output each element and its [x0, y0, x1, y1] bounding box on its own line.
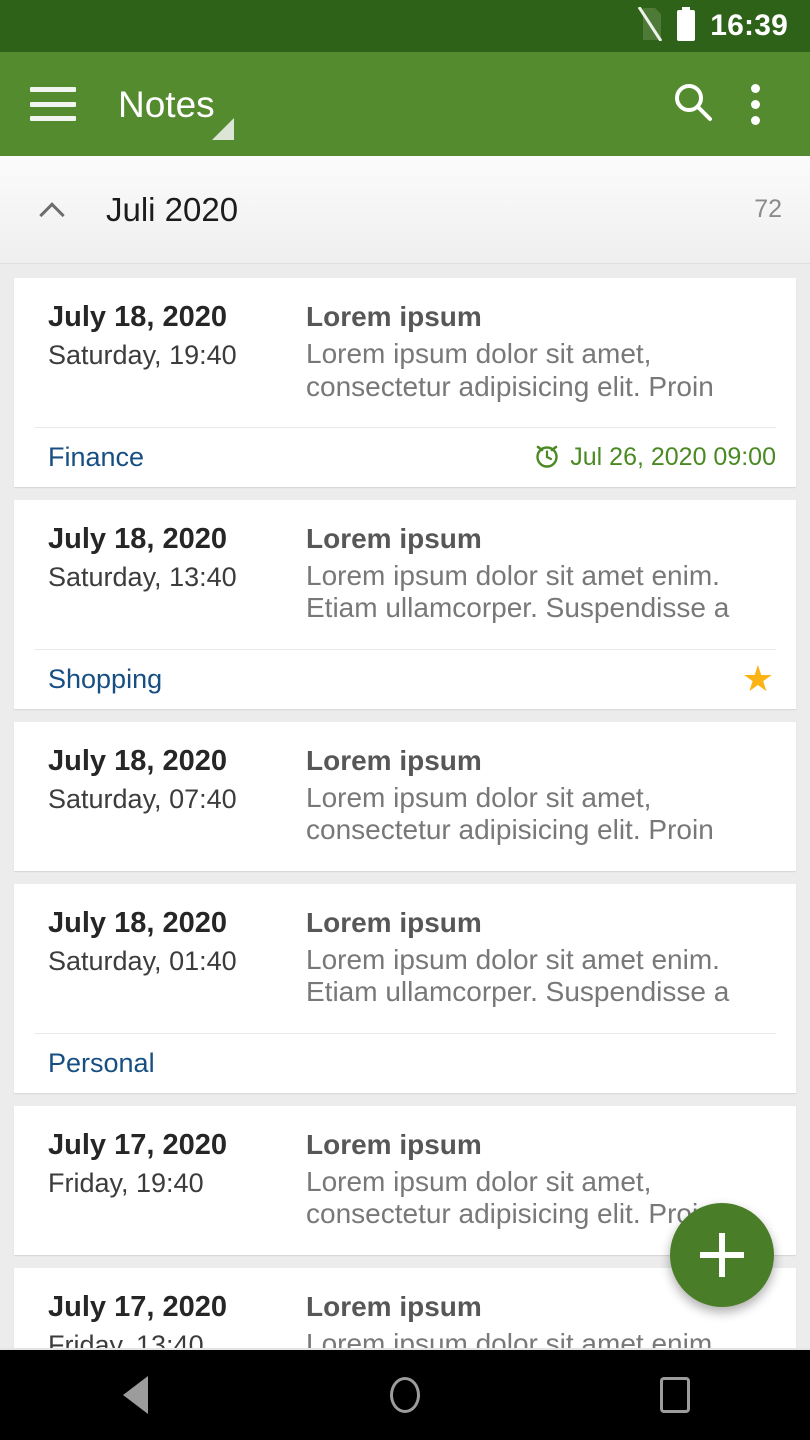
month-label: Juli 2020 [106, 191, 239, 228]
note-body: Lorem ipsum dolor sit amet enim. Etiam u… [306, 1327, 720, 1348]
note-content: July 18, 2020 Saturday, 01:40 Lorem ipsu… [14, 884, 796, 1033]
status-bar: 16:39 [0, 0, 810, 52]
note-weekday-time: Friday, 19:40 [48, 1168, 204, 1199]
note-body: Lorem ipsum dolor sit amet enim. Etiam u… [306, 943, 730, 1008]
note-content: July 18, 2020 Saturday, 07:40 Lorem ipsu… [14, 722, 796, 871]
note-card[interactable]: July 18, 2020 Saturday, 13:40 Lorem ipsu… [14, 499, 796, 709]
note-date-block: July 17, 2020 Friday, 19:40 [34, 1128, 306, 1231]
note-title: Lorem ipsum [306, 522, 482, 554]
page-title: Notes [118, 83, 215, 125]
note-date: July 17, 2020 [48, 1290, 227, 1323]
note-text-block: Lorem ipsum Lorem ipsum dolor sit amet e… [306, 522, 776, 625]
note-card[interactable]: July 18, 2020 Saturday, 19:40 Lorem ipsu… [14, 278, 796, 487]
app-viewport: 16:39 Notes Juli 2020 72 July 18, 2020 S… [0, 0, 810, 1348]
note-text-block: Lorem ipsum Lorem ipsum dolor sit amet e… [306, 906, 776, 1009]
note-title: Lorem ipsum [306, 744, 482, 776]
nav-recents-button[interactable] [540, 1349, 810, 1440]
note-text-block: Lorem ipsum Lorem ipsum dolor sit amet, … [306, 744, 776, 847]
note-content: July 18, 2020 Saturday, 19:40 Lorem ipsu… [14, 278, 796, 427]
month-note-count: 72 [754, 195, 782, 223]
note-date: July 17, 2020 [48, 1128, 227, 1161]
home-circle-icon [390, 1377, 420, 1413]
chevron-up-icon[interactable] [40, 202, 66, 218]
note-weekday-time: Saturday, 13:40 [48, 562, 237, 593]
battery-icon [676, 6, 696, 46]
note-list: July 18, 2020 Saturday, 19:40 Lorem ipsu… [0, 264, 810, 1348]
note-category[interactable]: Shopping [48, 665, 162, 693]
favorite-star-icon[interactable]: ★ [742, 661, 774, 697]
back-triangle-icon [122, 1376, 148, 1414]
plus-icon [700, 1233, 744, 1277]
no-sim-card-icon [636, 5, 663, 46]
note-date-block: July 17, 2020 Friday, 13:40 [34, 1290, 306, 1348]
nav-home-button[interactable] [270, 1349, 540, 1440]
note-category[interactable]: Personal [48, 1049, 155, 1077]
note-text-block: Lorem ipsum Lorem ipsum dolor sit amet, … [306, 300, 776, 403]
note-body: Lorem ipsum dolor sit amet, consectetur … [306, 781, 714, 846]
android-nav-bar [0, 1348, 810, 1440]
recents-square-icon [660, 1377, 690, 1413]
search-icon [672, 81, 714, 128]
note-title: Lorem ipsum [306, 1128, 482, 1160]
note-weekday-time: Friday, 13:40 [48, 1330, 204, 1348]
note-weekday-time: Saturday, 01:40 [48, 946, 237, 977]
note-date-block: July 18, 2020 Saturday, 01:40 [34, 906, 306, 1009]
note-date-block: July 18, 2020 Saturday, 19:40 [34, 300, 306, 403]
note-category[interactable]: Finance [48, 443, 144, 471]
note-body: Lorem ipsum dolor sit amet enim. Etiam u… [306, 560, 730, 624]
note-content: July 18, 2020 Saturday, 13:40 Lorem ipsu… [14, 500, 796, 649]
nav-back-button[interactable] [0, 1349, 270, 1440]
note-footer: Finance Jul 26, 2020 09:00 [34, 426, 776, 487]
note-title: Lorem ipsum [306, 301, 482, 332]
overflow-menu-icon [750, 83, 760, 125]
note-reminder-text: Jul 26, 2020 09:00 [570, 442, 776, 471]
note-date: July 18, 2020 [48, 906, 227, 939]
note-reminder[interactable]: Jul 26, 2020 09:00 [533, 441, 776, 474]
note-card[interactable]: July 18, 2020 Saturday, 01:40 Lorem ipsu… [14, 883, 796, 1093]
note-body: Lorem ipsum dolor sit amet, consectetur … [306, 338, 714, 402]
note-weekday-time: Saturday, 07:40 [48, 784, 237, 815]
note-date: July 18, 2020 [48, 522, 227, 555]
overflow-menu-button[interactable] [724, 73, 786, 135]
note-card[interactable]: July 18, 2020 Saturday, 07:40 Lorem ipsu… [14, 721, 796, 871]
note-weekday-time: Saturday, 19:40 [48, 340, 237, 371]
alarm-clock-icon [533, 441, 561, 474]
status-clock: 16:39 [710, 9, 788, 42]
note-date-block: July 18, 2020 Saturday, 13:40 [34, 522, 306, 625]
note-footer: Personal [34, 1032, 776, 1093]
resize-handle-icon [212, 118, 234, 140]
app-bar: Notes [0, 52, 810, 156]
month-group-header[interactable]: Juli 2020 72 [0, 156, 810, 264]
add-note-fab[interactable] [670, 1203, 774, 1307]
note-date: July 18, 2020 [48, 744, 227, 777]
note-date-block: July 18, 2020 Saturday, 07:40 [34, 744, 306, 847]
note-date: July 18, 2020 [48, 301, 227, 333]
search-button[interactable] [662, 73, 724, 135]
note-title: Lorem ipsum [306, 906, 482, 938]
note-footer: Shopping ★ [34, 648, 776, 709]
hamburger-menu-icon[interactable] [30, 87, 76, 121]
